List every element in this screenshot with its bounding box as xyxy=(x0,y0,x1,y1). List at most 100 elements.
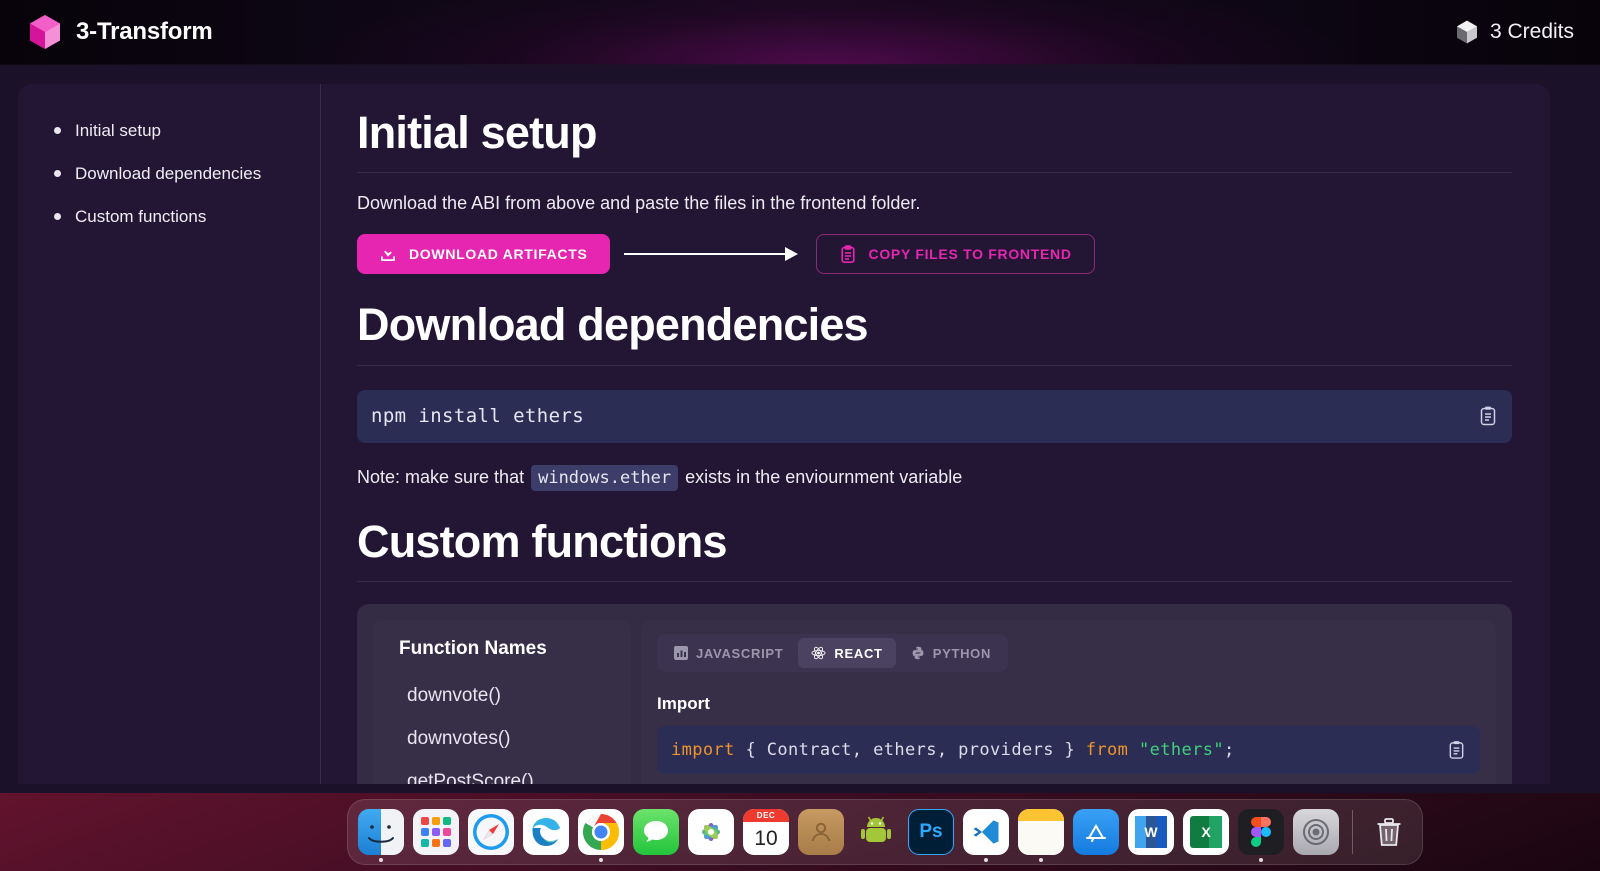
tab-javascript[interactable]: JAVASCRIPT xyxy=(661,638,796,668)
credits-label: 3 Credits xyxy=(1489,20,1574,43)
sidebar-item-download-dependencies[interactable]: Download dependencies xyxy=(18,152,320,195)
calendar-day: 10 xyxy=(754,826,778,850)
page-title-download-dependencies: Download dependencies xyxy=(357,299,869,351)
dock-item-android-studio[interactable] xyxy=(853,809,899,855)
brand[interactable]: 3-Transform xyxy=(28,14,213,50)
dock-item-figma[interactable] xyxy=(1238,809,1284,862)
bullet-icon xyxy=(54,127,61,134)
running-indicator xyxy=(1259,858,1263,862)
dock-item-chrome[interactable] xyxy=(578,809,624,862)
dock-item-photos[interactable] xyxy=(688,809,734,855)
function-names-title: Function Names xyxy=(399,638,547,660)
tab-label: REACT xyxy=(834,645,883,661)
photoshop-label: Ps xyxy=(919,821,943,842)
dock-item-calendar[interactable]: DEC 10 xyxy=(743,809,789,855)
dock-item-trash[interactable] xyxy=(1366,809,1412,855)
copy-files-to-frontend-button[interactable]: COPY FILES TO FRONTEND xyxy=(815,234,1095,275)
dock-item-word[interactable]: W xyxy=(1128,809,1174,855)
calendar-month: DEC xyxy=(743,809,789,822)
tab-label: PYTHON xyxy=(932,645,992,661)
note-suffix: exists in the enviournment variable xyxy=(685,467,963,488)
download-artifacts-label: DOWNLOAD ARTIFACTS xyxy=(409,246,588,263)
sidebar: Initial setup Download dependencies Cust… xyxy=(18,84,321,784)
list-item[interactable]: getPostScore() xyxy=(373,760,631,784)
copy-icon[interactable] xyxy=(1447,740,1466,761)
divider xyxy=(357,172,1512,174)
dock-item-launchpad[interactable] xyxy=(413,809,459,855)
code-token-middle: { Contract, ethers, providers } xyxy=(734,740,1086,761)
python-icon xyxy=(911,646,925,660)
dock-item-notes[interactable] xyxy=(1018,809,1064,862)
page-title-custom-functions: Custom functions xyxy=(357,515,727,567)
sidebar-item-label: Download dependencies xyxy=(75,163,262,183)
dock: DEC 10 Ps W X xyxy=(347,799,1423,865)
code-token-string: "ethers" xyxy=(1138,740,1225,761)
note-inline-code: windows.ether xyxy=(531,464,679,491)
javascript-icon xyxy=(674,646,688,661)
app-header: 3-Transform 3 Credits xyxy=(0,0,1600,65)
import-code-text: import { Contract, ethers, providers } f… xyxy=(671,740,1235,760)
copy-files-label: COPY FILES TO FRONTEND xyxy=(868,246,1072,263)
language-tabs: JAVASCRIPT REACT PYTHON xyxy=(657,634,1009,673)
sidebar-item-initial-setup[interactable]: Initial setup xyxy=(18,109,320,152)
divider xyxy=(357,364,1512,366)
brand-title: 3-Transform xyxy=(76,18,213,45)
running-indicator xyxy=(984,858,988,862)
dock-item-photoshop[interactable]: Ps xyxy=(908,809,954,855)
list-item[interactable]: downvote() xyxy=(373,674,631,717)
tab-label: JAVASCRIPT xyxy=(696,645,784,661)
copy-icon[interactable] xyxy=(1478,405,1498,427)
function-names-list: downvote() downvotes() getPostScore() ow… xyxy=(373,674,631,784)
cube-hexagon-icon xyxy=(28,14,62,50)
word-label: W xyxy=(1144,824,1158,840)
function-names-panel: Function Names downvote() downvotes() ge… xyxy=(373,620,631,784)
main-content: Initial setup Download the ABI from abov… xyxy=(321,84,1550,784)
running-indicator xyxy=(599,858,603,862)
divider xyxy=(357,581,1512,583)
npm-command-text: npm install ethers xyxy=(371,405,585,428)
download-artifacts-button[interactable]: DOWNLOAD ARTIFACTS xyxy=(357,234,610,275)
content-panel: Initial setup Download dependencies Cust… xyxy=(18,84,1550,784)
dock-item-contacts[interactable] xyxy=(798,809,844,855)
code-token-import: import xyxy=(671,740,735,761)
dock-divider xyxy=(1352,810,1353,854)
sidebar-item-custom-functions[interactable]: Custom functions xyxy=(18,195,320,238)
react-icon xyxy=(811,646,826,660)
running-indicator xyxy=(379,858,383,862)
download-icon xyxy=(379,245,397,263)
dock-item-app-store[interactable] xyxy=(1073,809,1119,855)
clipboard-icon xyxy=(839,245,857,264)
dock-item-excel[interactable]: X xyxy=(1183,809,1229,855)
running-indicator xyxy=(1039,858,1043,862)
sidebar-list: Initial setup Download dependencies Cust… xyxy=(18,109,320,238)
dock-item-system-settings[interactable] xyxy=(1293,809,1339,855)
list-item[interactable]: downvotes() xyxy=(373,717,631,760)
tab-react[interactable]: REACT xyxy=(798,638,896,669)
credits-indicator[interactable]: 3 Credits xyxy=(1455,20,1574,44)
page-title-initial-setup: Initial setup xyxy=(357,107,597,158)
sidebar-item-label: Initial setup xyxy=(75,120,161,140)
npm-command-code-block: npm install ethers xyxy=(357,389,1512,443)
bullet-icon xyxy=(54,170,61,177)
function-detail-panel: JAVASCRIPT REACT PYTHON Import import {… xyxy=(641,620,1496,784)
dock-item-finder[interactable] xyxy=(358,809,404,862)
import-code-block: import { Contract, ethers, providers } f… xyxy=(657,726,1480,775)
app-window: 3-Transform 3 Credits Initial setup Down… xyxy=(0,0,1600,793)
initial-setup-actions: DOWNLOAD ARTIFACTS COPY FILES TO FRONTEN… xyxy=(357,234,1512,275)
note-prefix: Note: make sure that xyxy=(357,467,525,488)
dock-item-safari[interactable] xyxy=(468,809,514,855)
excel-label: X xyxy=(1201,824,1211,840)
dock-item-vscode[interactable] xyxy=(963,809,1009,862)
sidebar-item-label: Custom functions xyxy=(75,206,207,226)
dock-item-messages[interactable] xyxy=(633,809,679,855)
code-token-semicolon: ; xyxy=(1224,740,1235,761)
custom-functions-card: Function Names downvote() downvotes() ge… xyxy=(357,604,1512,784)
flow-arrow-icon xyxy=(618,244,808,264)
dock-item-edge[interactable] xyxy=(523,809,569,855)
bullet-icon xyxy=(54,213,61,220)
environment-note: Note: make sure that windows.ether exist… xyxy=(357,464,1512,491)
desktop: 3-Transform 3 Credits Initial setup Down… xyxy=(0,0,1600,871)
tab-python[interactable]: PYTHON xyxy=(898,638,1004,668)
code-token-from: from xyxy=(1085,740,1129,761)
